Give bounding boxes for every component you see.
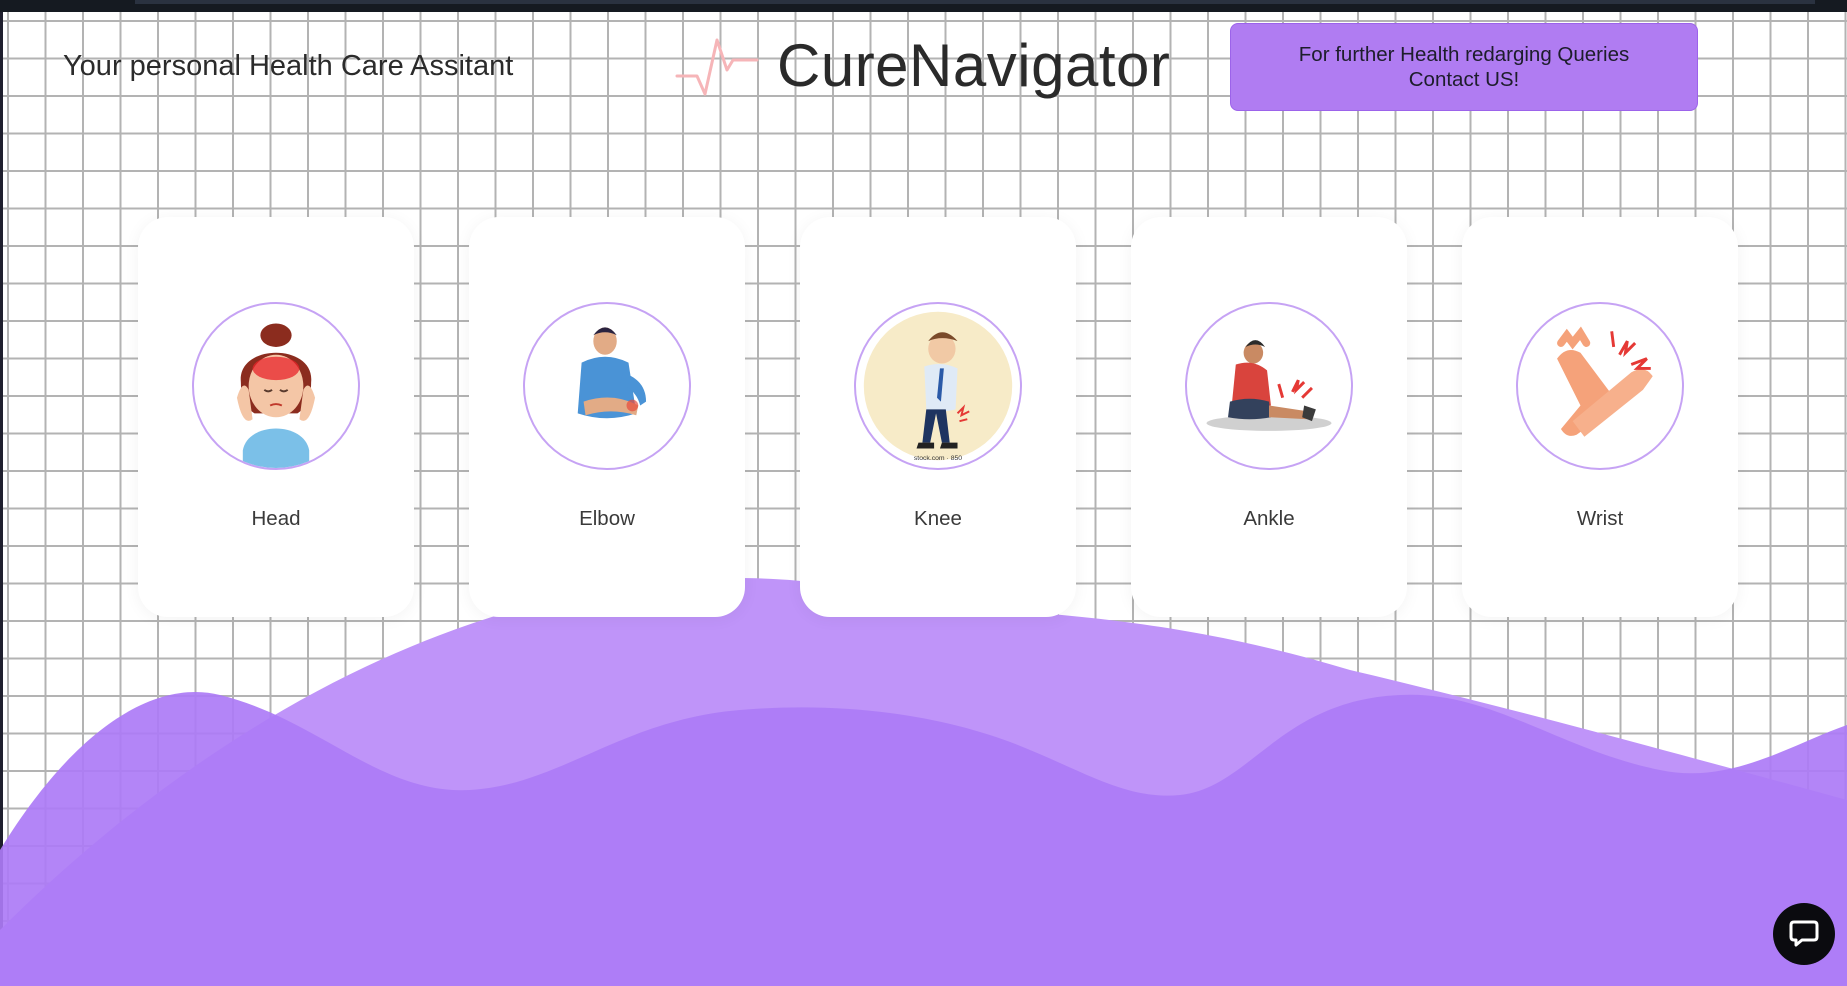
knee-pain-icon: stock.com · 850 bbox=[854, 302, 1022, 470]
card-label: Knee bbox=[914, 507, 962, 530]
knee-image-caption: stock.com · 850 bbox=[914, 455, 962, 462]
body-part-cards: Head Elbow stock.com · 850 Knee Ankle Wr… bbox=[0, 217, 1847, 617]
chat-bubble-icon bbox=[1789, 920, 1819, 947]
card-label: Elbow bbox=[579, 507, 635, 530]
brand-name: CureNavigator bbox=[777, 31, 1171, 99]
contact-us-button[interactable]: For further Health redarging Queries Con… bbox=[1230, 23, 1698, 111]
heartbeat-icon bbox=[675, 38, 759, 96]
elbow-pain-icon bbox=[523, 302, 691, 470]
background-waves bbox=[0, 577, 1847, 986]
card-ankle[interactable]: Ankle bbox=[1131, 217, 1407, 617]
card-label: Head bbox=[251, 507, 301, 530]
brand-logo[interactable]: CureNavigator bbox=[675, 30, 1170, 100]
card-wrist[interactable]: Wrist bbox=[1462, 217, 1738, 617]
card-head[interactable]: Head bbox=[138, 217, 414, 617]
wrist-pain-icon bbox=[1516, 302, 1684, 470]
card-label: Wrist bbox=[1576, 507, 1624, 530]
ankle-pain-icon bbox=[1185, 302, 1353, 470]
tagline: Your personal Health Care Assitant bbox=[63, 50, 514, 82]
card-elbow[interactable]: Elbow bbox=[469, 217, 745, 617]
card-knee[interactable]: stock.com · 850 Knee bbox=[800, 217, 1076, 617]
browser-top-bar bbox=[0, 0, 1847, 12]
head-pain-icon bbox=[192, 302, 360, 470]
browser-tab-strip bbox=[135, 0, 1815, 4]
chat-button[interactable] bbox=[1773, 903, 1835, 965]
card-label: Ankle bbox=[1243, 507, 1295, 530]
